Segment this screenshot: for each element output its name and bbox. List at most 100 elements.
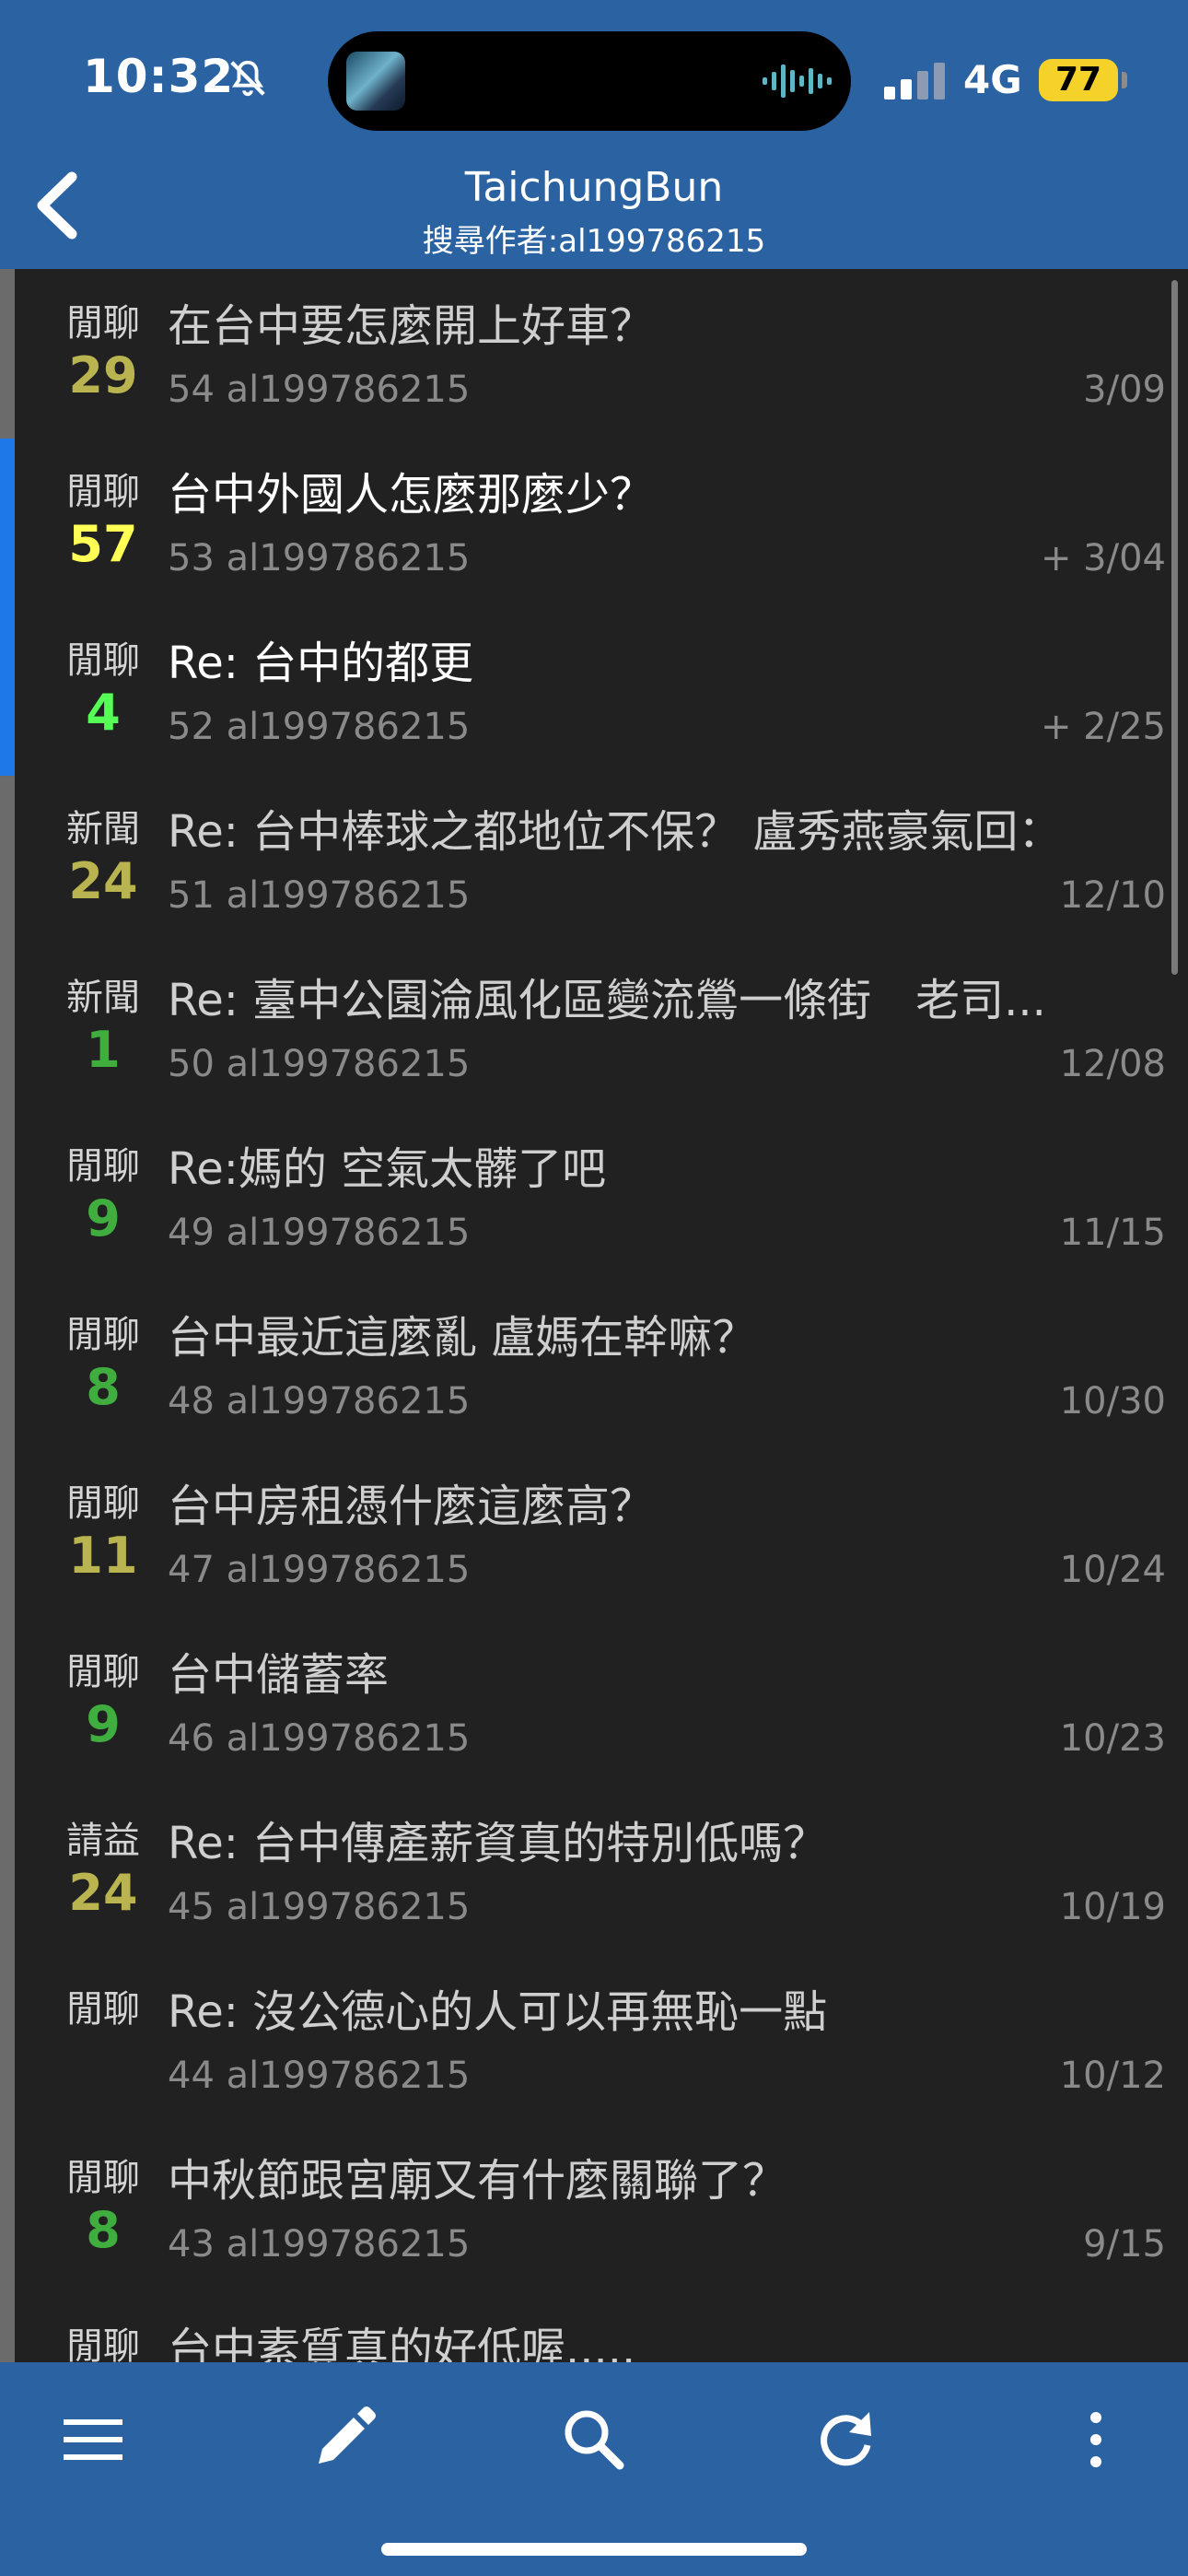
post-category: 新聞 [66,977,140,1019]
search-icon [565,2410,624,2470]
list-item[interactable]: 請益 24 Re: 台中傳產薪資真的特別低嗎？ 45 al199786215 10/19 [15,1786,1166,1955]
audio-wave-icon [763,64,832,98]
compose-button[interactable] [298,2395,387,2484]
post-category: 閒聊 [66,2325,140,2362]
post-title: Re:媽的 空氣太髒了吧 [168,1143,607,1195]
list-item[interactable]: 閒聊 台中素質真的好低喔..... [15,2292,1166,2362]
more-button[interactable] [1052,2395,1140,2484]
post-author: al199786215 [226,706,471,748]
refresh-button[interactable] [801,2395,890,2484]
push-count: 4 [86,684,121,742]
post-title: 台中素質真的好低喔..... [168,2324,636,2362]
scrollbar[interactable] [1171,280,1178,975]
list-item[interactable]: 新聞 1 Re: 臺中公園淪風化區變流鶯一條街 老司... 50 al19978621… [15,943,1166,1112]
list-item[interactable]: 閒聊 29 在台中要怎麼開上好車？ 54 al199786215 3/09 [15,269,1166,438]
bell-off-icon [230,60,265,97]
post-number: 45 [168,1886,215,1928]
post-meta: 54 al199786215 [168,369,470,411]
list-item[interactable]: 閒聊 8 中秋節跟宮廟又有什麼關聯了？ 43 al199786215 9/15 [15,2124,1166,2292]
post-number: 53 [168,537,215,580]
battery-nub [1122,72,1127,88]
list-item[interactable]: 閒聊 11 台中房租憑什麼這麼高？ 47 al199786215 10/24 [15,1449,1166,1618]
post-meta: 46 al199786215 [168,1717,470,1760]
list-item[interactable]: 閒聊 9 台中儲蓄率 46 al199786215 10/23 [15,1618,1166,1786]
post-date: 9/15 [1083,2223,1166,2266]
battery-level: 77 [1054,61,1102,99]
post-number: 47 [168,1549,215,1591]
list-item[interactable]: 閒聊 9 Re:媽的 空氣太髒了吧 49 al199786215 11/15 [15,1112,1166,1281]
post-author: al199786215 [226,1043,471,1085]
list-item[interactable]: 閒聊 Re: 沒公德心的人可以再無恥一點 44 al199786215 10/12 [15,1955,1166,2124]
post-category: 新聞 [66,808,140,850]
more-vert-icon [1090,2412,1101,2467]
post-meta: 51 al199786215 [168,874,470,917]
post-date: 10/30 [1059,1380,1166,1423]
refresh-icon [821,2412,871,2466]
list-item[interactable]: 閒聊 4 Re: 台中的都更 52 al199786215 + 2/25 [15,606,1166,775]
list-item[interactable]: 閒聊 57 台中外國人怎麼那麼少？ 53 al199786215 + 3/04 [15,438,1166,606]
post-date: 12/08 [1059,1043,1166,1085]
list-item[interactable]: 閒聊 8 台中最近這麼亂 盧媽在幹嘛？ 48 al199786215 10/30 [15,1281,1166,1449]
post-title: Re: 台中傳產薪資真的特別低嗎？ [168,1818,828,1869]
post-title: Re: 臺中公園淪風化區變流鶯一條街 老司... [168,975,1046,1026]
post-category: 閒聊 [66,2157,140,2199]
post-author: al199786215 [226,874,471,917]
post-category: 閒聊 [66,471,140,513]
post-category: 閒聊 [66,1988,140,2031]
list-item[interactable]: 新聞 24 Re: 台中棒球之都地位不保？ 盧秀燕豪氣回： 51 al19978621… [15,775,1166,943]
dynamic-island [328,31,851,131]
post-author: al199786215 [226,1380,471,1423]
post-author: al199786215 [226,1717,471,1760]
post-meta: 48 al199786215 [168,1380,470,1423]
post-title: 中秋節跟宮廟又有什麼關聯了？ [168,2155,787,2207]
push-count: 1 [86,1021,121,1079]
push-count: 57 [68,515,138,573]
post-meta: 47 al199786215 [168,1549,470,1591]
post-category: 閒聊 [66,1482,140,1525]
post-meta: 45 al199786215 [168,1886,470,1928]
search-button[interactable] [550,2395,638,2484]
push-count: 9 [86,1189,121,1247]
post-author: al199786215 [226,369,471,411]
post-meta: 52 al199786215 [168,706,470,748]
post-title: Re: 台中的都更 [168,638,474,689]
post-number: 43 [168,2223,215,2266]
post-date: 10/19 [1059,1886,1166,1928]
post-title: 台中儲蓄率 [168,1649,390,1701]
post-title: 台中外國人怎麼那麼少？ [168,469,655,521]
post-author: al199786215 [226,2223,471,2266]
post-meta: 50 al199786215 [168,1043,470,1085]
push-count: 8 [86,1358,121,1416]
push-count: 11 [68,1527,138,1585]
post-category: 閒聊 [66,639,140,682]
post-date: 10/12 [1059,2055,1166,2097]
post-list[interactable]: 閒聊 29 在台中要怎麼開上好車？ 54 al199786215 3/09 閒聊 57 台中外… [0,269,1188,2362]
post-date: 3/09 [1083,369,1166,411]
menu-button[interactable] [49,2395,137,2484]
post-category: 閒聊 [66,1651,140,1693]
post-date: 11/15 [1059,1212,1166,1254]
post-number: 51 [168,874,215,917]
post-meta: 53 al199786215 [168,537,470,580]
now-playing-artwork [346,52,405,111]
post-category: 閒聊 [66,302,140,345]
post-author: al199786215 [226,2055,471,2097]
home-indicator [381,2543,807,2556]
post-category: 閒聊 [66,1314,140,1356]
signal-icon [884,63,945,100]
post-author: al199786215 [226,1212,471,1254]
page-title: TaichungBun [464,164,724,211]
post-number: 44 [168,2055,215,2097]
push-count: 9 [86,1695,121,1753]
post-date: 12/10 [1059,874,1166,917]
app-root: 10:32 4G 77 TaichungBun 搜尋作者:al199786215… [0,0,1188,2576]
push-count: 8 [86,2201,121,2259]
post-date: 10/23 [1059,1717,1166,1760]
status-time: 10:32 [83,50,235,103]
post-category: 閒聊 [66,1145,140,1188]
post-author: al199786215 [226,537,471,580]
post-author: al199786215 [226,1549,471,1591]
push-count: 24 [68,1864,138,1922]
post-author: al199786215 [226,1886,471,1928]
post-number: 48 [168,1380,215,1423]
